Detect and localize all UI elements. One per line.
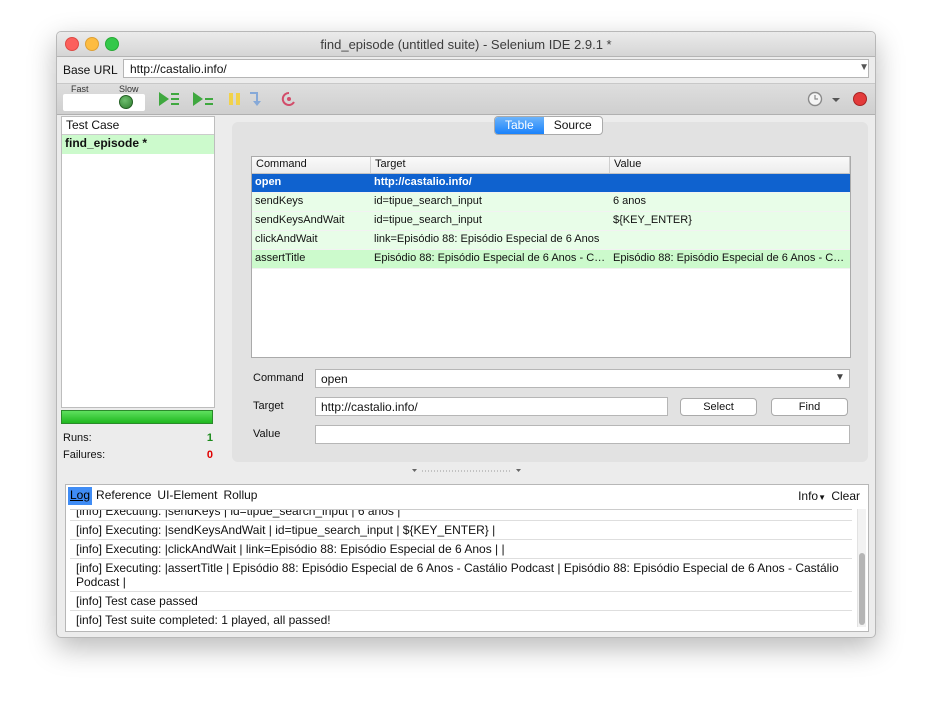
- view-toggle: Table Source: [494, 116, 603, 135]
- table-view-tab[interactable]: Table: [495, 117, 544, 134]
- target-column-header[interactable]: Target: [371, 157, 610, 173]
- speed-fast-label: Fast: [71, 84, 89, 94]
- runs-count: 1: [206, 432, 213, 444]
- log-panel: Log Reference UI-Element Rollup Info▼ Cl…: [65, 484, 869, 632]
- window-title: find_episode (untitled suite) - Selenium…: [320, 37, 612, 52]
- base-url-input[interactable]: http://castalio.info/: [123, 59, 869, 78]
- row-value: [610, 231, 850, 249]
- command-table-header: Command Target Value: [252, 157, 850, 174]
- row-target: link=Episódio 88: Episódio Especial de 6…: [374, 233, 600, 245]
- command-select[interactable]: open: [315, 369, 850, 388]
- test-case-header: Test Case: [62, 117, 214, 135]
- target-label: Target: [253, 400, 284, 412]
- play-test-case-icon[interactable]: [191, 90, 215, 108]
- log-line: [info] Executing: |sendKeysAndWait | id=…: [70, 521, 852, 540]
- log-lines: [info] Executing: |sendKeys | id=tipue_s…: [70, 509, 852, 628]
- row-value: ${KEY_ENTER}: [613, 214, 692, 226]
- log-line: [info] Executing: |sendKeys | id=tipue_s…: [70, 510, 852, 521]
- base-url-dropdown-icon[interactable]: ▼: [859, 62, 869, 73]
- command-table: Command Target Value open http://castali…: [251, 156, 851, 358]
- splitter-grip-icon: [412, 469, 521, 472]
- title-bar: find_episode (untitled suite) - Selenium…: [57, 32, 875, 57]
- target-input[interactable]: http://castalio.info/: [315, 397, 668, 416]
- row-command: assertTitle: [255, 252, 306, 264]
- play-suite-icon[interactable]: [157, 90, 181, 108]
- table-row[interactable]: sendKeys id=tipue_search_input 6 anos: [252, 193, 850, 212]
- log-level-chevron-icon: ▼: [818, 493, 826, 502]
- selenium-ide-window: find_episode (untitled suite) - Selenium…: [56, 31, 876, 638]
- row-command: sendKeys: [255, 195, 304, 207]
- speed-slider[interactable]: Fast Slow: [63, 84, 145, 112]
- row-command: open: [255, 176, 282, 188]
- row-target: id=tipue_search_input: [374, 214, 482, 226]
- log-line: [info] Test case passed: [70, 592, 852, 611]
- schedule-dropdown-icon[interactable]: [829, 90, 843, 108]
- row-value: 6 anos: [613, 195, 647, 207]
- tab-reference[interactable]: Reference: [94, 487, 153, 505]
- test-case-item[interactable]: find_episode *: [62, 135, 214, 154]
- failures-label: Failures:: [63, 449, 106, 461]
- command-label: Command: [253, 372, 304, 384]
- tab-rollup[interactable]: Rollup: [221, 487, 259, 505]
- log-line: [info] Test suite completed: 1 played, a…: [70, 611, 852, 628]
- log-line: [info] Executing: |clickAndWait | link=E…: [70, 540, 852, 559]
- log-level-dropdown[interactable]: Info▼: [798, 489, 826, 503]
- command-dropdown-icon[interactable]: ▼: [835, 372, 845, 383]
- value-input[interactable]: [315, 425, 850, 444]
- row-command: sendKeysAndWait: [255, 214, 345, 226]
- table-row[interactable]: clickAndWait link=Episódio 88: Episódio …: [252, 231, 850, 250]
- find-button[interactable]: Find: [771, 398, 848, 416]
- row-target: id=tipue_search_input: [374, 195, 482, 207]
- log-line: [info] Executing: |assertTitle | Episódi…: [70, 559, 852, 592]
- source-view-tab[interactable]: Source: [544, 117, 602, 134]
- log-scroll-thumb[interactable]: [859, 553, 865, 625]
- speed-slow-label: Slow: [119, 84, 139, 94]
- failures-count: 0: [206, 449, 213, 461]
- table-row[interactable]: open http://castalio.info/: [252, 174, 850, 193]
- base-url-bar: Base URL http://castalio.info/ ▼: [57, 57, 875, 84]
- rollup-icon[interactable]: [277, 90, 301, 108]
- speed-knob[interactable]: [119, 95, 133, 109]
- log-scrollbar[interactable]: [857, 509, 866, 627]
- pause-icon[interactable]: [223, 90, 247, 108]
- log-tab-bar: Log Reference UI-Element Rollup: [68, 487, 261, 505]
- record-icon[interactable]: [851, 90, 869, 108]
- log-level-label: Info: [798, 489, 819, 503]
- tab-log[interactable]: Log: [68, 487, 93, 505]
- base-url-label: Base URL: [63, 63, 118, 77]
- value-column-header[interactable]: Value: [610, 157, 850, 173]
- row-target: http://castalio.info/: [374, 176, 472, 188]
- schedule-clock-icon[interactable]: [803, 90, 827, 108]
- tab-ui-element[interactable]: UI-Element: [155, 487, 219, 505]
- command-column-header[interactable]: Command: [252, 157, 371, 173]
- value-label: Value: [253, 428, 281, 440]
- table-row[interactable]: sendKeysAndWait id=tipue_search_input ${…: [252, 212, 850, 231]
- runs-label: Runs:: [63, 432, 92, 444]
- row-target: Episódio 88: Episódio Especial de 6 Anos…: [374, 252, 610, 264]
- row-command: clickAndWait: [255, 233, 318, 245]
- test-case-panel: Test Case find_episode *: [61, 116, 215, 408]
- test-progress-bar: [61, 410, 213, 424]
- table-row[interactable]: assertTitle Episódio 88: Episódio Especi…: [252, 250, 850, 269]
- row-value: [610, 174, 850, 192]
- step-icon[interactable]: [245, 90, 269, 108]
- toolbar: Fast Slow: [57, 84, 875, 115]
- select-button[interactable]: Select: [680, 398, 757, 416]
- clear-log-button[interactable]: Clear: [831, 489, 860, 503]
- row-value: Episódio 88: Episódio Especial de 6 Anos…: [613, 252, 850, 264]
- splitter-handle[interactable]: [412, 463, 522, 472]
